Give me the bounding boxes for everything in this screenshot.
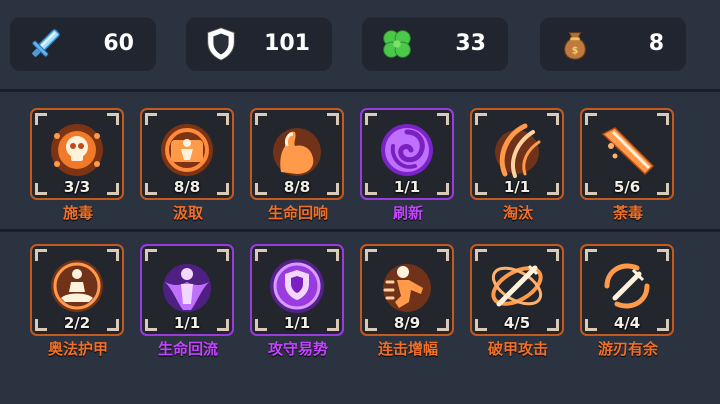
resource-attack: 60: [10, 17, 156, 71]
skill-name: 生命回响: [267, 204, 328, 222]
whirl-blade-icon: [604, 263, 650, 309]
skill-level: 1/1: [283, 314, 311, 332]
poison-skull-icon: [51, 124, 103, 176]
skill-level: 4/4: [613, 314, 641, 332]
resource-gold: $ 8: [540, 17, 686, 71]
orbit-sword-icon: [491, 264, 543, 307]
swirl-icon: [381, 124, 433, 176]
skill-name: 荼毒: [612, 204, 643, 222]
skill-level: 8/9: [393, 314, 421, 332]
sword-icon: [32, 29, 60, 57]
resource-luck: 33: [362, 17, 508, 71]
money-bag-icon: $: [564, 32, 586, 60]
slash-claw-icon: [495, 123, 541, 178]
skill-level: 8/8: [283, 178, 311, 196]
skill-slot[interactable]: 2/2 奥法护甲: [28, 244, 128, 376]
skill-level: 5/6: [613, 178, 641, 196]
skill-level: 8/8: [173, 178, 201, 196]
skill-name: 连击增幅: [377, 340, 438, 358]
skill-slot[interactable]: 3/3 施毒: [28, 108, 128, 240]
resource-defense: 101: [186, 17, 332, 71]
skill-slot[interactable]: 1/1 攻守易势: [248, 244, 348, 376]
skill-slot[interactable]: 8/8 生命回响: [248, 108, 348, 240]
skill-slot[interactable]: 8/8 汲取: [138, 108, 238, 240]
skill-level: 1/1: [393, 178, 421, 196]
skill-name: 游刃有余: [597, 340, 658, 358]
skill-level: 3/3: [63, 178, 91, 196]
skill-level: 1/1: [173, 314, 201, 332]
skill-level: 2/2: [63, 314, 91, 332]
skill-slot[interactable]: 5/6 荼毒: [578, 108, 678, 240]
skill-slot[interactable]: 8/9 连击增幅: [358, 244, 458, 376]
skill-slot[interactable]: 1/1 淘汰: [468, 108, 568, 240]
punch-icon: [383, 264, 431, 312]
spiked-shield-icon: [270, 259, 324, 313]
defense-value: 101: [264, 31, 310, 56]
skill-name: 淘汰: [502, 204, 533, 222]
skill-name: 攻守易势: [267, 340, 328, 358]
skill-level: 1/1: [503, 178, 531, 196]
attack-value: 60: [103, 31, 134, 56]
svg-text:$: $: [572, 46, 579, 57]
row-divider: [0, 229, 720, 232]
skill-slot[interactable]: 1/1 刷新: [358, 108, 458, 240]
skill-slot[interactable]: 4/4 游刃有余: [578, 244, 678, 376]
gold-value: 8: [648, 31, 664, 56]
skill-name: 破甲攻击: [487, 340, 548, 358]
skill-name: 生命回流: [157, 340, 218, 358]
drain-figure-icon: [161, 124, 213, 176]
flexed-arm-icon: [273, 128, 321, 176]
clover-icon: [383, 30, 411, 58]
resource-bar: 60 101 33 $ 8: [0, 0, 720, 88]
skill-slot[interactable]: 4/5 破甲攻击: [468, 244, 568, 376]
top-divider: [0, 89, 720, 92]
skill-name: 奥法护甲: [47, 340, 108, 358]
toxic-blade-icon: [601, 127, 655, 176]
skill-name: 汲取: [172, 204, 203, 222]
skill-slot[interactable]: 1/1 生命回流: [138, 244, 238, 376]
meditation-icon: [51, 260, 103, 312]
luck-value: 33: [455, 31, 486, 56]
skill-name: 刷新: [392, 204, 423, 222]
skill-name: 施毒: [62, 204, 93, 222]
skill-level: 4/5: [503, 314, 531, 332]
shield-icon: [207, 27, 235, 61]
angel-figure-icon: [163, 264, 211, 312]
